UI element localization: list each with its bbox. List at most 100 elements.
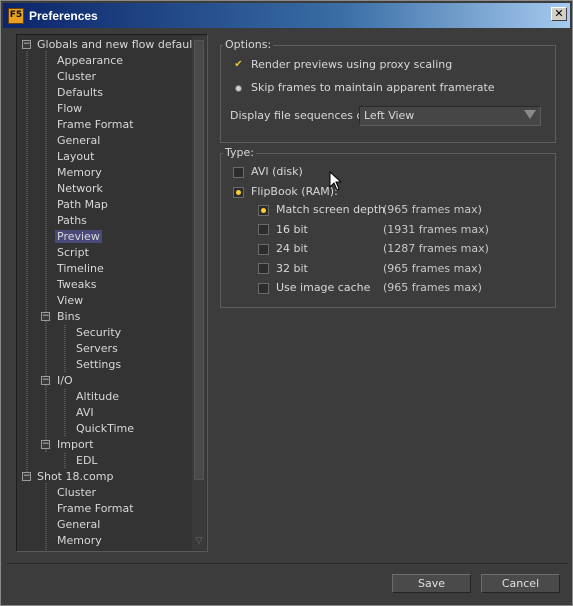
tree-item[interactable]: Memory [57,533,102,549]
flipbook-radio[interactable] [233,186,244,198]
flipbook-depth-checkbox[interactable] [258,282,269,294]
tree-collapse-icon[interactable]: − [41,312,50,321]
flipbook-depth-checkbox[interactable] [258,243,269,255]
tree-item[interactable]: Appearance [57,53,123,69]
tree-item[interactable]: General [57,133,100,149]
save-button[interactable]: Save [392,574,471,593]
tree-collapse-icon[interactable]: − [41,440,50,449]
tree-item[interactable]: Settings [76,357,121,373]
preferences-tree[interactable]: − Globals and new flow defaults Appearance… [16,34,208,552]
tree-item[interactable]: Flow [57,101,82,117]
proxy-scaling-option[interactable]: Render previews using proxy scaling [233,57,452,73]
skip-frames-label: Skip frames to maintain apparent framera… [251,81,495,94]
flipbook-depth-option[interactable]: 24 bit [258,241,308,257]
tree-item[interactable]: Globals and new flow defaults [37,37,202,53]
tree-item[interactable]: Cluster [57,69,96,85]
avi-disk-checkbox[interactable] [233,166,244,178]
tree-item[interactable]: Preview [55,229,102,245]
preferences-window: F5 Preferences ✕ − Globals and new flow d… [0,0,573,606]
tree-item[interactable]: Import [57,437,94,453]
tree-item-label: Cluster [57,70,97,83]
tree-item[interactable]: View [57,293,83,309]
skip-frames-option[interactable]: Skip frames to maintain apparent framera… [233,80,495,96]
flipbook-depth-option[interactable]: Match screen depth [258,202,385,218]
tree-item[interactable]: Timeline [57,261,104,277]
frames-max-label: (1931 frames max) [383,222,489,236]
tree-item[interactable]: Frame Format [57,117,134,133]
tree-item[interactable]: General [57,517,100,533]
tree-item[interactable]: Path Map [57,197,108,213]
tree-scrollbar[interactable]: ▽ [192,36,206,550]
cancel-button[interactable]: Cancel [481,574,560,593]
tree-item-label: View [57,294,84,307]
close-button[interactable]: ✕ [551,7,567,21]
tree-item-label: Path Map [57,198,108,211]
tree-item-label: Servers [76,342,118,355]
flipbook-option[interactable]: FlipBook (RAM): [233,184,338,200]
tree-item-label: Tweaks [57,278,97,291]
proxy-scaling-label: Render previews using proxy scaling [251,58,453,71]
tree-item[interactable]: Security [76,325,121,341]
tree-scrollbar-thumb[interactable] [194,40,204,480]
title-bar[interactable]: F5 Preferences ✕ [3,3,570,28]
tree-collapse-icon[interactable]: − [22,40,31,49]
tree-item-label: Bins [57,310,81,323]
proxy-scaling-checkbox[interactable] [233,60,244,71]
tree-item-label: I/O [57,374,73,387]
skip-frames-radio[interactable] [233,83,244,94]
flipbook-depth-option[interactable]: 16 bit [258,222,308,238]
tree-item-label: Import [57,438,94,451]
flipbook-depth-checkbox[interactable] [258,204,269,216]
tree-item-label: Security [76,326,122,339]
tree-item[interactable]: Bins [57,309,80,325]
tree-item[interactable]: Defaults [57,85,103,101]
tree-collapse-icon[interactable]: − [22,472,31,481]
tree-item[interactable]: Script [57,245,89,261]
tree-item[interactable]: QuickTime [76,421,134,437]
tree-item-label: Globals and new flow defaults [37,38,203,51]
tree-item-label: Frame Format [57,502,134,515]
tree-item-label: Network [57,182,103,195]
flipbook-depth-label: Match screen depth [276,203,386,216]
flipbook-depth-label: Use image cache [276,281,371,294]
tree-item-label: General [57,134,101,147]
flipbook-depth-option[interactable]: Use image cache [258,280,370,296]
avi-disk-option[interactable]: AVI (disk) [233,164,303,180]
flipbook-depth-checkbox[interactable] [258,263,269,274]
frames-max-label: (965 frames max) [383,261,482,275]
tree-item-label: QuickTime [76,422,135,435]
app-logo-icon: F5 [8,7,24,24]
tree-item[interactable]: Altitude [76,389,119,405]
tree-item-label: Paths [57,214,87,227]
frames-max-label: (965 frames max) [383,281,482,294]
tree-item-label: Defaults [57,86,103,99]
tree-item[interactable]: Tweaks [57,277,97,293]
tree-item[interactable]: Layout [57,149,94,165]
tree-item-label: Script [57,246,89,259]
tree-item-label: Altitude [76,390,119,403]
options-group-label: Options: [223,38,274,52]
flipbook-label: FlipBook (RAM): [251,185,338,198]
tree-item[interactable]: AVI [76,405,94,421]
tree-item[interactable]: I/O [57,373,73,389]
display-sequences-select[interactable]: Left View [359,106,541,126]
tree-item[interactable]: Network [57,181,103,197]
tree-item-label: General [57,518,101,531]
tree-item[interactable]: Shot 18.comp [37,469,113,485]
tree-item[interactable]: Cluster [57,485,96,501]
tree-item[interactable]: EDL [76,453,98,469]
tree-item[interactable]: Paths [57,213,87,229]
scroll-down-icon[interactable]: ▽ [194,536,204,546]
tree-collapse-icon[interactable]: − [41,376,50,385]
flipbook-depth-label: 24 bit [276,242,308,255]
flipbook-depth-checkbox[interactable] [258,224,269,235]
tree-item[interactable]: Servers [76,341,118,357]
tree-item-label: Memory [57,534,102,547]
frames-max-label: (965 frames max) [383,203,482,216]
tree-item-label: AVI [76,406,94,419]
tree-item[interactable]: Frame Format [57,501,134,517]
tree-item[interactable]: Memory [57,165,102,181]
tree-item-label: Appearance [57,54,124,67]
flipbook-depth-option[interactable]: 32 bit [258,261,308,277]
flipbook-depth-label: 16 bit [276,222,308,236]
